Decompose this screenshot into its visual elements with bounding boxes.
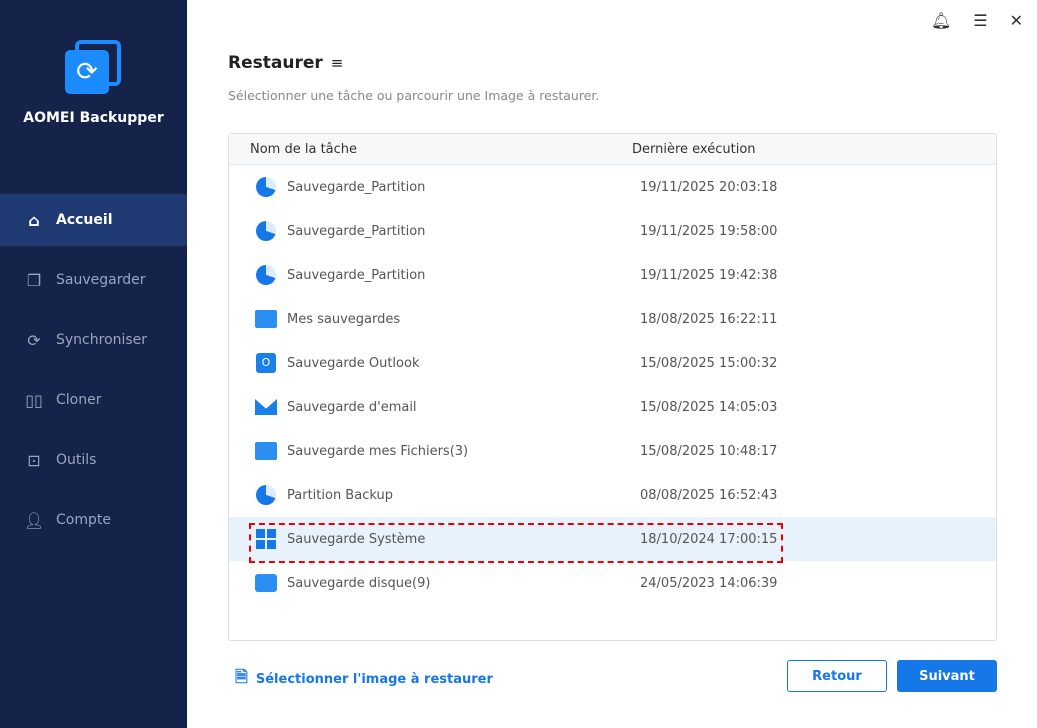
bell-icon[interactable]: 🔔︎ xyxy=(931,11,951,30)
copy-icon: ❐ xyxy=(26,270,42,290)
mail-icon xyxy=(255,396,277,418)
sidebar-item-label: Sauvegarder xyxy=(56,272,146,288)
select-image-link[interactable]: 🗎 Sélectionner l'image à restaurer xyxy=(235,666,493,693)
task-date: 19/11/2025 19:58:00 xyxy=(640,223,778,239)
sidebar-item-label: Synchroniser xyxy=(56,332,148,348)
task-date: 24/05/2023 14:06:39 xyxy=(640,575,778,591)
table-row[interactable]: Sauvegarde d'email 15/08/2025 14:05:03 xyxy=(229,385,996,429)
task-table: Nom de la tâche Dernière exécution Sauve… xyxy=(228,133,997,641)
sidebar-item-label: Compte xyxy=(56,512,111,528)
table-header: Nom de la tâche Dernière exécution xyxy=(229,134,996,165)
task-date: 15/08/2025 14:05:03 xyxy=(640,399,778,415)
task-name: Sauvegarde mes Fichiers(3) xyxy=(287,443,469,459)
close-icon[interactable]: ✕ xyxy=(1010,11,1023,30)
sync-icon: ⟳ xyxy=(27,330,41,350)
filter-icon[interactable]: ≡ xyxy=(331,54,344,72)
sidebar-item-label: Outils xyxy=(56,452,97,468)
next-button[interactable]: Suivant xyxy=(897,660,997,692)
task-date: 15/08/2025 15:00:32 xyxy=(640,355,778,371)
page-subtitle: Sélectionner une tâche ou parcourir une … xyxy=(228,88,600,103)
table-row[interactable]: Sauvegarde mes Fichiers(3) 15/08/2025 10:… xyxy=(229,429,996,473)
task-date: 08/08/2025 16:52:43 xyxy=(640,487,778,503)
column-last-run: Dernière exécution xyxy=(632,141,756,157)
table-row[interactable]: Sauvegarde disque(9) 24/05/2023 14:06:39 xyxy=(229,561,996,605)
disk-icon xyxy=(255,572,277,594)
task-date: 19/11/2025 20:03:18 xyxy=(640,179,778,195)
task-name: Partition Backup xyxy=(287,487,393,503)
toolbox-icon: ⊡ xyxy=(27,450,41,470)
sidebar-item-compte[interactable]: 👤︎ Compte xyxy=(0,494,187,546)
partition-icon xyxy=(255,264,277,286)
back-button[interactable]: Retour xyxy=(787,660,887,692)
table-row[interactable]: Sauvegarde Système 18/10/2024 17:00:15 xyxy=(229,517,996,563)
page-title: Restaurer ≡ xyxy=(228,53,344,73)
user-icon: 👤︎ xyxy=(24,510,45,530)
folder-icon xyxy=(255,440,277,462)
sidebar-item-accueil[interactable]: ⌂ Accueil xyxy=(0,194,187,246)
app-logo-icon: ⟳ xyxy=(63,40,123,100)
table-row[interactable]: Sauvegarde_Partition 19/11/2025 19:58:00 xyxy=(229,209,996,253)
task-name: Sauvegarde Outlook xyxy=(287,355,420,371)
sidebar-item-label: Accueil xyxy=(56,212,113,228)
folder-icon xyxy=(255,308,277,330)
task-date: 18/08/2025 16:22:11 xyxy=(640,311,778,327)
sidebar: ⟳ AOMEI Backupper ⌂ Accueil ❐ Sauvegarder ⟳ S… xyxy=(0,0,187,728)
sidebar-item-outils[interactable]: ⊡ Outils xyxy=(0,434,187,486)
select-image-label: Sélectionner l'image à restaurer xyxy=(255,672,493,687)
sidebar-item-cloner[interactable]: ▯▯ Cloner xyxy=(0,374,187,426)
column-task-name: Nom de la tâche xyxy=(250,141,358,157)
app-name: AOMEI Backupper xyxy=(23,110,164,126)
clone-icon: ▯▯ xyxy=(25,390,43,410)
task-name: Sauvegarde_Partition xyxy=(287,223,426,239)
task-name: Sauvegarde_Partition xyxy=(287,179,426,195)
partition-icon xyxy=(255,176,277,198)
table-row[interactable]: Mes sauvegardes 18/08/2025 16:22:11 xyxy=(229,297,996,341)
task-name: Sauvegarde_Partition xyxy=(287,267,426,283)
table-row[interactable]: O Sauvegarde Outlook 15/08/2025 15:00:32 xyxy=(229,341,996,385)
table-row[interactable]: Partition Backup 08/08/2025 16:52:43 xyxy=(229,473,996,517)
task-date: 19/11/2025 19:42:38 xyxy=(640,267,778,283)
task-date: 15/08/2025 10:48:17 xyxy=(640,443,778,459)
sidebar-item-label: Cloner xyxy=(56,392,102,408)
partition-icon xyxy=(255,220,277,242)
task-name: Mes sauvegardes xyxy=(287,311,401,327)
selection-highlight xyxy=(249,523,783,563)
partition-icon xyxy=(255,484,277,506)
outlook-icon: O xyxy=(255,352,277,374)
task-name: Sauvegarde disque(9) xyxy=(287,575,431,591)
home-icon: ⌂ xyxy=(28,210,40,230)
sidebar-item-synchroniser[interactable]: ⟳ Synchroniser xyxy=(0,314,187,366)
sidebar-item-sauvegarder[interactable]: ❐ Sauvegarder xyxy=(0,254,187,306)
menu-icon[interactable]: ☰ xyxy=(973,11,987,30)
task-name: Sauvegarde d'email xyxy=(287,399,417,415)
window-controls: 🔔︎ ☰ ✕ xyxy=(931,0,1037,40)
file-icon: 🗎 xyxy=(235,667,248,686)
table-row[interactable]: Sauvegarde_Partition 19/11/2025 19:42:38 xyxy=(229,253,996,297)
table-row[interactable]: Sauvegarde_Partition 19/11/2025 20:03:18 xyxy=(229,165,996,209)
